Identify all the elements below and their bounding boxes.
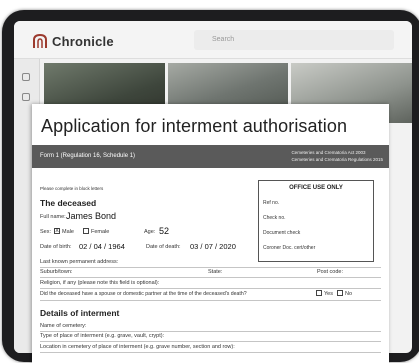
dod-field[interactable]: 03 / 07 / 2020 <box>190 242 236 251</box>
office-coroner-doc: Coroner Doc. cert/other <box>263 245 316 251</box>
divider <box>40 341 381 342</box>
full-name-field[interactable]: James Bond <box>66 211 116 221</box>
spouse-yes-label: Yes <box>324 291 333 297</box>
spouse-yes-checkbox[interactable] <box>316 290 322 296</box>
address-label: Last known permanent address: <box>40 259 119 265</box>
office-ref-no: Ref no. <box>263 200 280 206</box>
office-document-check: Document check <box>263 230 301 236</box>
office-check-no: Check no. <box>263 215 286 221</box>
search-input[interactable]: Search <box>194 30 394 50</box>
divider <box>40 277 381 278</box>
dod-label: Date of death: <box>146 244 181 250</box>
interment-application-form: Application for interment authorisation … <box>32 104 389 363</box>
male-checkbox[interactable]: X <box>54 228 60 234</box>
form-banner: Form 1 (Regulation 16, Schedule 1) Cemet… <box>32 145 389 168</box>
divider <box>40 331 381 332</box>
interment-type-label: Type of place of interment (e.g. grave, … <box>40 333 165 339</box>
state-label: State: <box>208 269 223 275</box>
nav-icon[interactable] <box>22 73 30 81</box>
male-label: Male <box>62 229 74 235</box>
divider <box>40 300 381 301</box>
suburb-label: Suburb/town: <box>40 269 73 275</box>
spouse-no-label: No <box>345 291 353 297</box>
legislation-regulations: Cemeteries and Crematoria Regulations 20… <box>291 157 383 162</box>
legislation-act: Cemeteries and Crematoria Act 2003 <box>291 150 366 155</box>
dob-field[interactable]: 02 / 04 / 1964 <box>79 242 125 251</box>
religion-label: Religion, if any (please note this field… <box>40 280 160 286</box>
female-checkbox[interactable] <box>83 228 89 234</box>
interment-location-label: Location in cemetery of place of interme… <box>40 344 235 350</box>
app-header: Chronicle Search <box>14 21 412 59</box>
spouse-no-checkbox[interactable] <box>337 290 343 296</box>
legislation-reference: Cemeteries and Crematoria Act 2003 Cemet… <box>291 149 383 163</box>
spouse-question: Did the deceased have a spouse or domest… <box>40 291 247 297</box>
nav-icon[interactable] <box>22 93 30 101</box>
office-use-box: OFFICE USE ONLY Ref no. Check no. Docume… <box>258 180 374 262</box>
age-label: Age: <box>144 229 156 235</box>
section-deceased-heading: The deceased <box>40 198 97 208</box>
office-use-title: OFFICE USE ONLY <box>289 185 343 191</box>
app-brand: Chronicle <box>52 34 114 49</box>
dob-label: Date of birth: <box>40 244 72 250</box>
female-label: Female <box>91 229 110 235</box>
full-name-label: Full name: <box>40 214 66 220</box>
section-interment-heading: Details of interment <box>40 308 120 318</box>
cemetery-name-label: Name of cemetery: <box>40 323 87 329</box>
postcode-label: Post code: <box>317 269 343 275</box>
chronicle-logo-icon <box>33 33 47 48</box>
age-field[interactable]: 52 <box>159 226 169 236</box>
form-number: Form 1 (Regulation 16, Schedule 1) <box>40 153 136 159</box>
divider <box>40 288 381 289</box>
block-letters-note: Please complete in block letters <box>40 186 104 191</box>
divider <box>40 267 381 268</box>
sex-label: Sex: <box>40 229 52 235</box>
divider <box>40 352 381 353</box>
form-title: Application for interment authorisation <box>41 116 348 136</box>
